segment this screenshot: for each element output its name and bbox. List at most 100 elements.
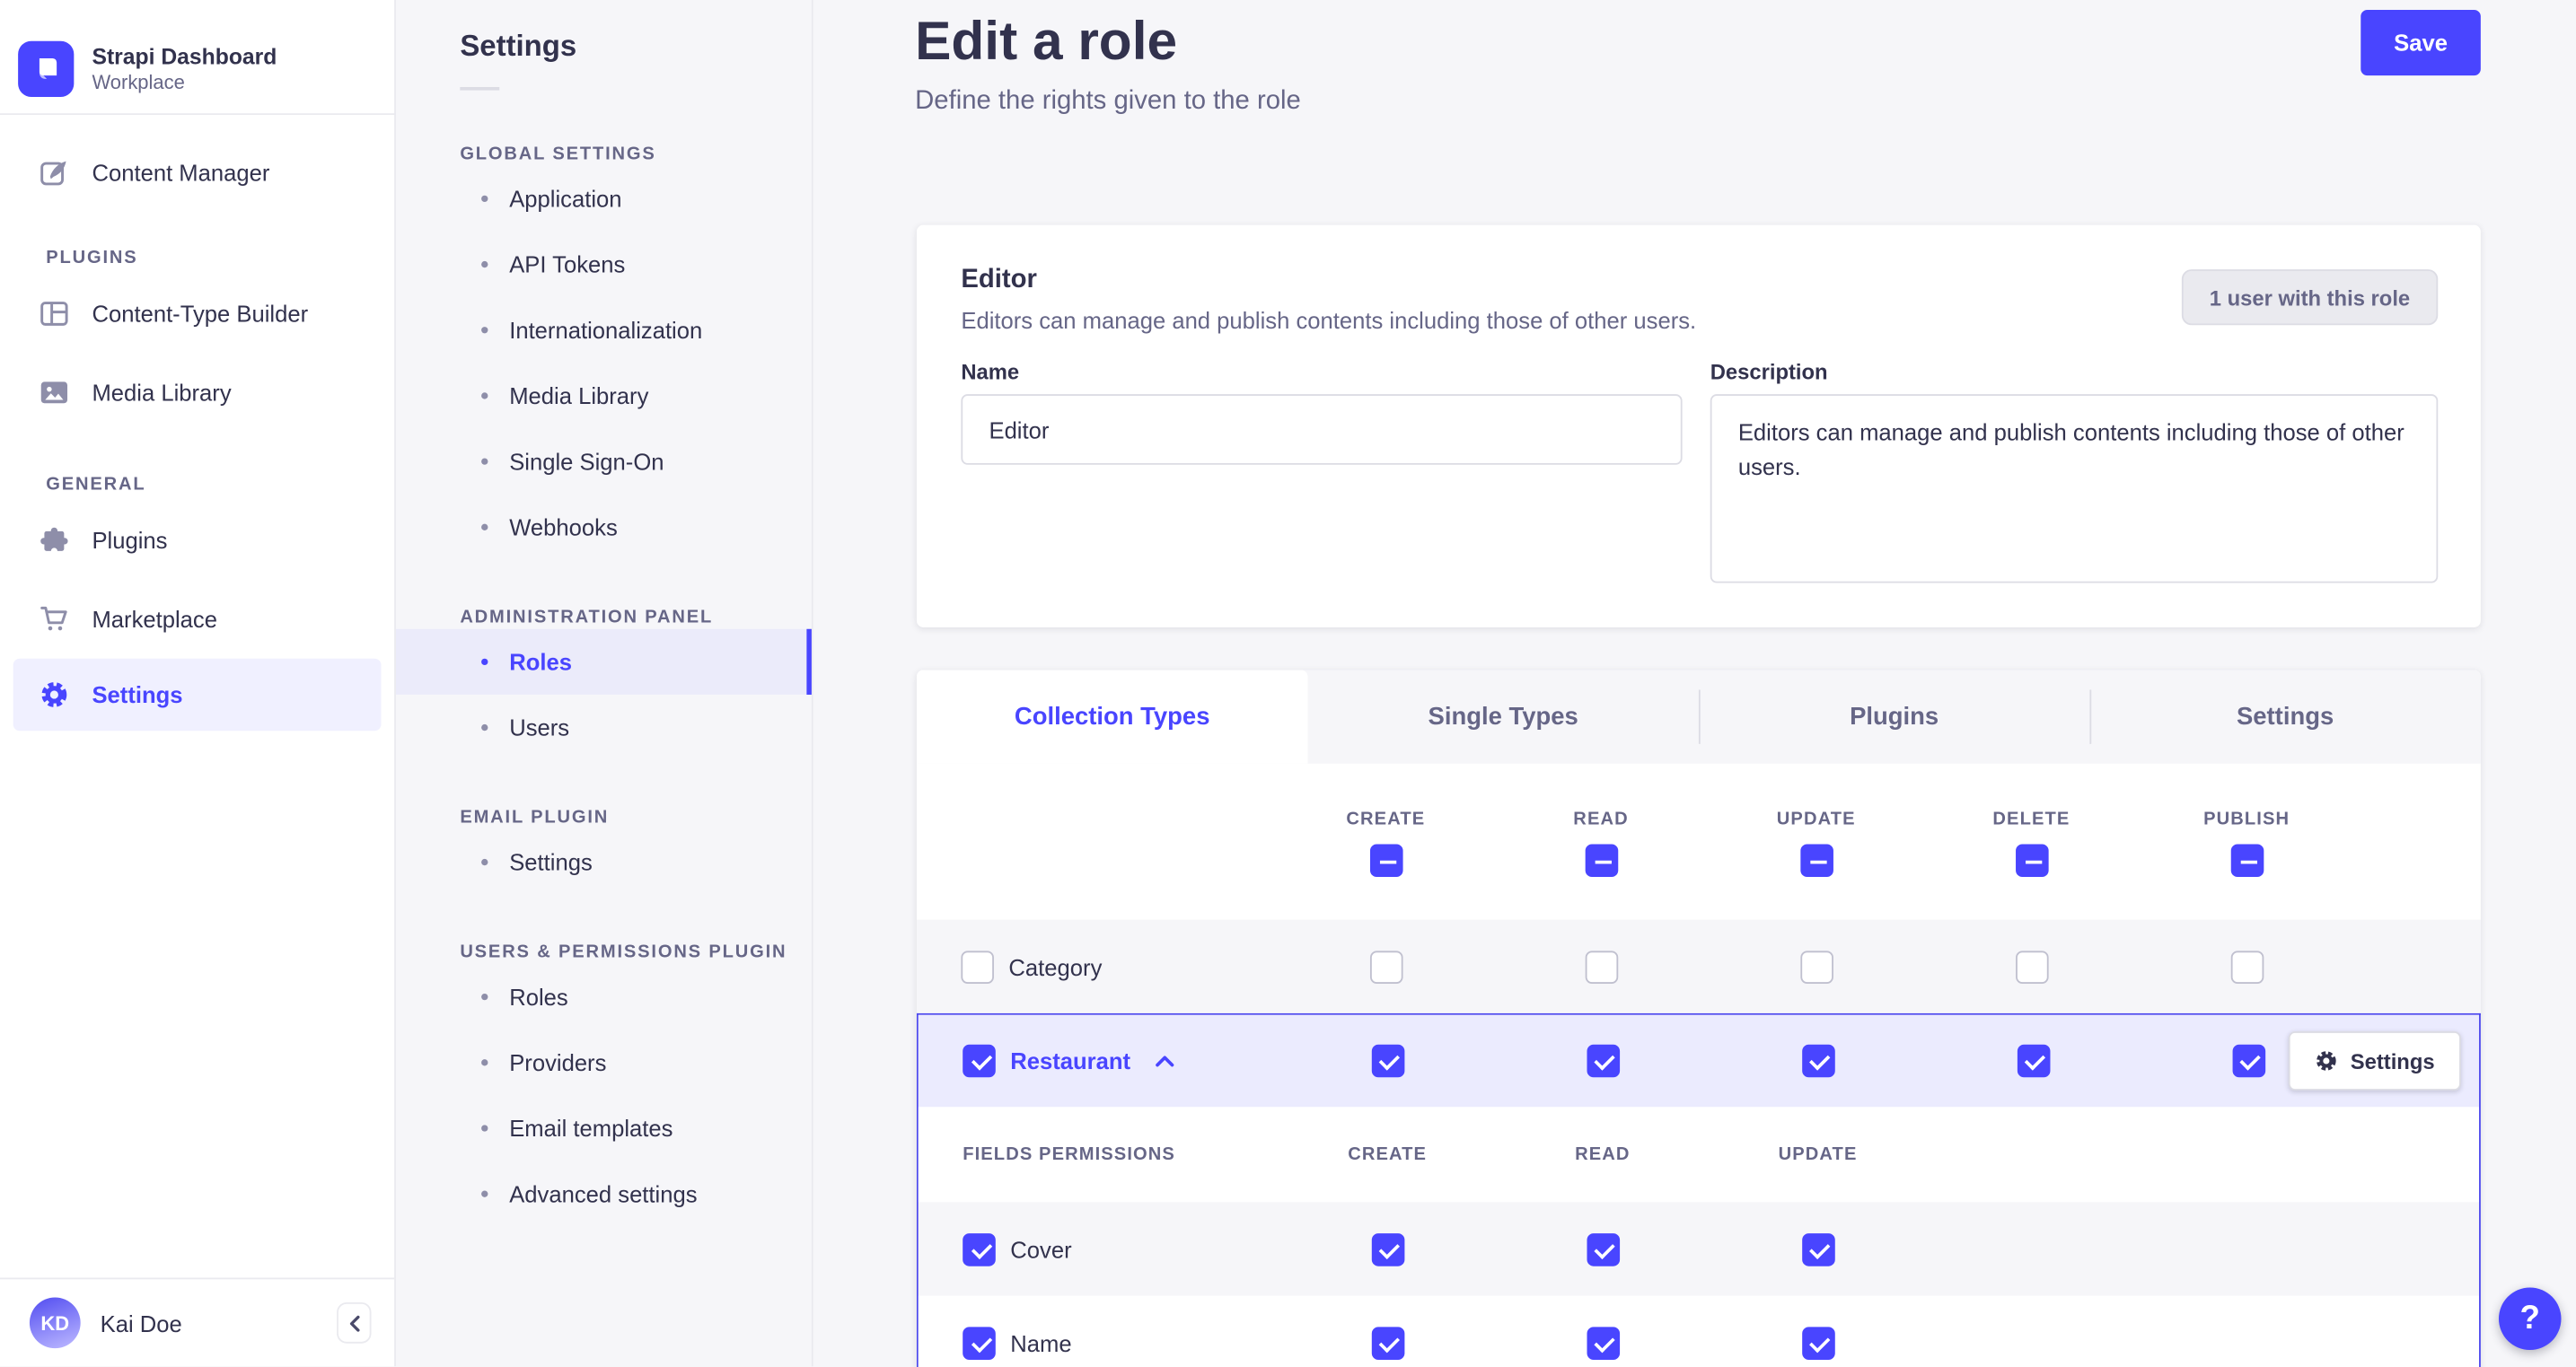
save-button[interactable]: Save	[2361, 9, 2481, 76]
checkbox-category-publish[interactable]	[2229, 950, 2264, 984]
table-row-category: Category	[916, 919, 2481, 1013]
workspace-switcher[interactable]: Strapi Dashboard Workplace	[0, 0, 394, 113]
bullet-icon	[481, 458, 488, 465]
sidebar-item-content-manager[interactable]: Content Manager	[0, 133, 394, 212]
master-checkbox-create[interactable]	[1369, 844, 1402, 878]
checkbox-name-update[interactable]	[1801, 1326, 1834, 1360]
sidebar-item-marketplace[interactable]: Marketplace	[0, 580, 394, 659]
checkbox-category-create[interactable]	[1369, 950, 1402, 984]
role-name-heading: Editor	[961, 266, 1037, 294]
checkbox-restaurant-read[interactable]	[1586, 1044, 1620, 1078]
role-name-input[interactable]	[961, 394, 1683, 465]
checkbox-category-read[interactable]	[1584, 950, 1618, 984]
checkbox-category-delete[interactable]	[2015, 950, 2048, 984]
subnav-item-email-settings[interactable]: Settings	[396, 829, 812, 895]
checkbox-category[interactable]	[961, 950, 994, 984]
checkbox-cover-update[interactable]	[1801, 1232, 1834, 1266]
table-row-restaurant: Restaurant Settings	[918, 1014, 2480, 1108]
sidebar-item-plugins[interactable]: Plugins	[0, 501, 394, 580]
checkbox-cover-create[interactable]	[1370, 1232, 1404, 1266]
subnav-item-up-roles[interactable]: Roles	[396, 964, 812, 1030]
subnav-item-roles[interactable]: Roles	[395, 628, 812, 695]
row-label[interactable]: Category	[1008, 953, 1102, 979]
checkbox-restaurant-publish[interactable]	[2231, 1044, 2265, 1078]
bullet-icon	[481, 523, 488, 530]
gear-icon	[40, 679, 69, 709]
checkbox-name-read[interactable]	[1586, 1326, 1620, 1360]
fields-column-read: READ	[1575, 1144, 1631, 1165]
sidebar-item-label: Media Library	[92, 379, 232, 406]
cart-icon	[40, 604, 69, 634]
strapi-admin-app: Strapi Dashboard Workplace Content Manag…	[0, 0, 2576, 1367]
row-settings-button[interactable]: Settings	[2288, 1031, 2461, 1091]
puzzle-icon	[40, 526, 69, 556]
subnav-item-email-templates[interactable]: Email templates	[396, 1095, 812, 1161]
sidebar-item-content-type-builder[interactable]: Content-Type Builder	[0, 275, 394, 354]
checkbox-restaurant-create[interactable]	[1370, 1044, 1404, 1078]
subnav-item-media-library[interactable]: Media Library	[396, 363, 812, 428]
checkbox-name[interactable]	[963, 1326, 996, 1360]
master-checkbox-update[interactable]	[1799, 844, 1833, 878]
row-label[interactable]: Restaurant	[1010, 1047, 1130, 1073]
row-label: Name	[1010, 1329, 1072, 1356]
subnav-section-users-permissions-plugin: USERS & PERMISSIONS PLUGIN	[460, 942, 787, 963]
master-checkbox-publish[interactable]	[2229, 844, 2264, 878]
subnav-item-webhooks[interactable]: Webhooks	[396, 495, 812, 560]
bullet-icon	[481, 723, 488, 732]
subnav-section-administration-panel: ADMINISTRATION PANEL	[460, 607, 714, 627]
master-checkbox-read[interactable]	[1584, 844, 1618, 878]
subnav-item-advanced-settings[interactable]: Advanced settings	[396, 1161, 812, 1227]
fields-column-create: CREATE	[1348, 1144, 1428, 1165]
main-sidebar: Strapi Dashboard Workplace Content Manag…	[0, 0, 396, 1367]
sidebar-section-plugins: PLUGINS	[46, 248, 138, 268]
row-label: Cover	[1010, 1235, 1072, 1263]
bullet-icon	[481, 1059, 488, 1066]
chevron-up-icon[interactable]	[1156, 1055, 1175, 1068]
page-title: Edit a role	[915, 9, 1178, 71]
checkbox-category-update[interactable]	[1799, 950, 1833, 984]
strapi-logo-icon	[18, 40, 75, 97]
tab-collection-types[interactable]: Collection Types	[916, 670, 1308, 764]
sidebar-item-label: Content Manager	[92, 159, 270, 186]
description-field-label: Description	[1710, 359, 1828, 385]
help-button[interactable]: ?	[2498, 1287, 2562, 1351]
divider	[0, 113, 396, 116]
users-with-role-button[interactable]: 1 user with this role	[2181, 269, 2439, 326]
sidebar-item-label: Settings	[92, 681, 183, 708]
avatar[interactable]: KD	[29, 1297, 81, 1349]
subnav-item-api-tokens[interactable]: API Tokens	[396, 232, 812, 297]
gear-icon	[2316, 1051, 2336, 1071]
master-checkbox-delete[interactable]	[2015, 844, 2048, 878]
collapse-sidebar-button[interactable]	[337, 1301, 372, 1344]
checkbox-restaurant-delete[interactable]	[2016, 1044, 2050, 1078]
checkbox-name-create[interactable]	[1370, 1326, 1404, 1360]
sidebar-item-media-library[interactable]: Media Library	[0, 353, 394, 432]
column-header-create: CREATE	[1346, 810, 1426, 829]
divider	[460, 86, 500, 91]
subnav-item-single-sign-on[interactable]: Single Sign-On	[396, 429, 812, 495]
bullet-icon	[481, 658, 488, 666]
tab-plugins[interactable]: Plugins	[1698, 670, 2089, 764]
bullet-icon	[481, 327, 488, 334]
header-spacer	[917, 810, 1279, 920]
subnav-section-global-settings: GLOBAL SETTINGS	[460, 145, 656, 164]
tab-single-types[interactable]: Single Types	[1307, 670, 1698, 764]
subnav-item-internationalization[interactable]: Internationalization	[396, 297, 812, 363]
checkbox-restaurant[interactable]	[963, 1044, 996, 1078]
main-content: Edit a role Define the rights given to t…	[813, 0, 2576, 1367]
checkbox-cover-read[interactable]	[1586, 1232, 1620, 1266]
permissions-tabs: Collection Types Single Types Plugins Se…	[916, 670, 2481, 764]
image-icon	[40, 378, 69, 407]
subnav-item-providers[interactable]: Providers	[396, 1030, 812, 1095]
permissions-card: Collection Types Single Types Plugins Se…	[916, 670, 2481, 1367]
tab-settings[interactable]: Settings	[2089, 670, 2480, 764]
subnav-item-users[interactable]: Users	[396, 695, 812, 760]
user-name: Kai Doe	[100, 1310, 182, 1336]
sidebar-item-settings[interactable]: Settings	[13, 658, 382, 732]
subnav-item-application[interactable]: Application	[396, 166, 812, 232]
checkbox-cover[interactable]	[963, 1232, 996, 1266]
role-description-input[interactable]: Editors can manage and publish contents …	[1710, 394, 2439, 583]
column-header-delete: DELETE	[1992, 810, 2070, 829]
bullet-icon	[481, 260, 488, 268]
checkbox-restaurant-update[interactable]	[1801, 1044, 1834, 1078]
